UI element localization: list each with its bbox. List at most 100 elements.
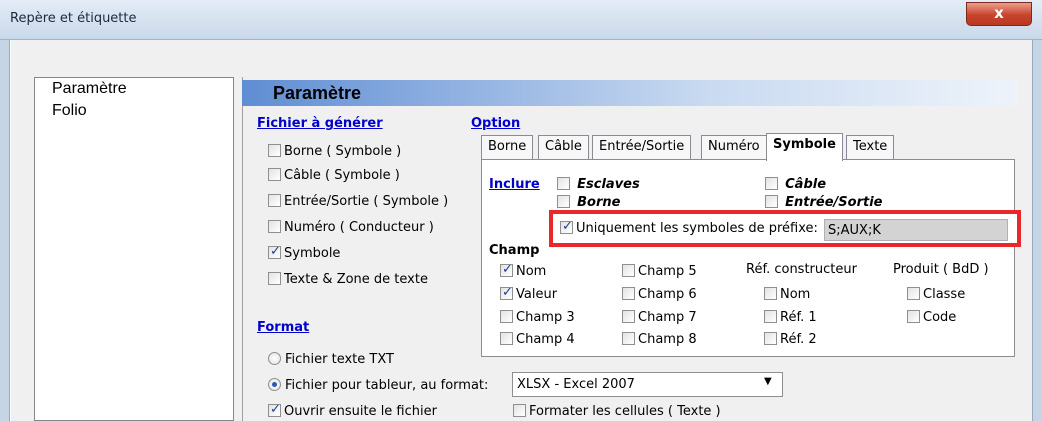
checkbox-borne-inclure[interactable]: Borne — [557, 195, 620, 209]
prefix-input[interactable]: S;AUX;K — [824, 219, 1008, 241]
checkbox-label: Câble ( Symbole ) — [284, 168, 400, 183]
checkbox-icon — [557, 195, 570, 208]
tab-texte[interactable]: Texte — [846, 135, 895, 159]
checkbox-champ-8[interactable]: Champ 8 — [622, 332, 697, 347]
checkbox-label: Code — [923, 310, 957, 325]
checkbox-produit-code[interactable]: Code — [907, 310, 956, 325]
produit-heading: Produit ( BdD ) — [893, 262, 989, 277]
checkbox-icon — [513, 404, 526, 417]
checkbox-checked-icon — [268, 244, 281, 259]
checkbox-label: Uniquement les symboles de préfixe: — [576, 221, 818, 236]
checkbox-prefixe[interactable]: Uniquement les symboles de préfixe: — [560, 219, 818, 236]
checkbox-icon — [907, 287, 920, 300]
checkbox-entree-sortie-symbole[interactable]: Entrée/Sortie ( Symbole ) — [268, 194, 448, 209]
checkbox-champ-4[interactable]: Champ 4 — [500, 332, 575, 347]
checkbox-icon — [500, 310, 513, 323]
title-bar[interactable] — [0, 0, 1042, 40]
checkbox-icon — [268, 194, 281, 207]
checkbox-checked-icon — [500, 285, 513, 300]
checkbox-label: Champ 6 — [638, 287, 697, 302]
nav-item-folio[interactable]: Folio — [52, 102, 87, 120]
radio-label: Fichier texte TXT — [285, 352, 394, 367]
checkbox-cable-inclure[interactable]: Câble — [765, 177, 826, 192]
tab-numero[interactable]: Numéro — [701, 135, 767, 159]
close-button[interactable]: x — [966, 2, 1032, 26]
inclure-link[interactable]: Inclure — [489, 177, 540, 192]
radio-fichier-texte[interactable]: Fichier texte TXT — [268, 352, 394, 367]
checkbox-icon — [268, 220, 281, 233]
checkbox-label: Borne — [577, 195, 621, 209]
checkbox-label: Esclaves — [577, 177, 640, 192]
checkbox-borne-symbole[interactable]: Borne ( Symbole ) — [268, 144, 401, 159]
option-heading-link[interactable]: Option — [471, 116, 520, 131]
checkbox-label: Réf. 1 — [780, 310, 817, 325]
checkbox-label: Nom — [780, 287, 811, 302]
checkbox-ouvrir-fichier[interactable]: Ouvrir ensuite le fichier — [268, 402, 437, 419]
checkbox-ref-nom[interactable]: Nom — [764, 287, 810, 302]
checkbox-icon — [622, 310, 635, 323]
checkbox-ref-2[interactable]: Réf. 2 — [764, 332, 817, 347]
tab-symbole[interactable]: Symbole — [766, 133, 843, 161]
window-title: Repère et étiquette — [10, 11, 137, 26]
window-frame-right — [1032, 40, 1042, 421]
checkbox-champ-nom[interactable]: Nom — [500, 262, 547, 279]
radio-icon — [268, 352, 281, 365]
radio-fichier-tableur[interactable]: Fichier pour tableur, au format: — [268, 378, 488, 393]
checkbox-icon — [268, 144, 281, 157]
checkbox-checked-icon — [500, 262, 513, 277]
checkbox-label: Entrée/Sortie — [785, 195, 883, 209]
checkbox-label: Formater les cellules ( Texte ) — [529, 404, 721, 419]
checkbox-checked-icon — [268, 402, 281, 417]
tab-entree-sortie[interactable]: Entrée/Sortie — [592, 135, 692, 159]
checkbox-label: Numéro ( Conducteur ) — [284, 220, 434, 235]
checkbox-label: Symbole — [284, 246, 341, 261]
checkbox-label: Borne ( Symbole ) — [284, 144, 402, 159]
checkbox-label: Valeur — [516, 287, 558, 302]
checkbox-formater-cellules[interactable]: Formater les cellules ( Texte ) — [513, 404, 721, 419]
tab-borne[interactable]: Borne — [481, 135, 534, 159]
checkbox-esclaves[interactable]: Esclaves — [557, 177, 640, 192]
checkbox-numero-conducteur[interactable]: Numéro ( Conducteur ) — [268, 220, 434, 235]
checkbox-icon — [764, 287, 777, 300]
chevron-down-icon[interactable]: ▼ — [764, 376, 772, 387]
checkbox-label: Champ 4 — [516, 332, 575, 347]
checkbox-champ-3[interactable]: Champ 3 — [500, 310, 575, 325]
checkbox-label: Ouvrir ensuite le fichier — [284, 404, 437, 419]
champ-heading: Champ — [489, 243, 540, 258]
checkbox-champ-7[interactable]: Champ 7 — [622, 310, 697, 325]
tab-cable[interactable]: Câble — [538, 135, 589, 159]
navigation-list[interactable] — [34, 77, 234, 421]
checkbox-ref-1[interactable]: Réf. 1 — [764, 310, 817, 325]
checkbox-label: Champ 8 — [638, 332, 697, 347]
checkbox-icon — [622, 264, 635, 277]
checkbox-label: Câble — [785, 177, 827, 192]
panel-title: Paramètre — [273, 83, 362, 103]
checkbox-icon — [268, 272, 281, 285]
nav-item-parametre[interactable]: Paramètre — [52, 80, 127, 98]
fichier-heading-link[interactable]: Fichier à générer — [257, 116, 383, 131]
checkbox-icon — [500, 332, 513, 345]
checkbox-label: Champ 3 — [516, 310, 575, 325]
format-heading-link[interactable]: Format — [257, 320, 309, 335]
checkbox-label: Texte & Zone de texte — [284, 272, 428, 287]
checkbox-icon — [764, 332, 777, 345]
radio-label: Fichier pour tableur, au format: — [285, 378, 489, 393]
window-frame-left — [0, 40, 10, 421]
checkbox-icon — [765, 177, 778, 190]
ref-constructeur-heading: Réf. constructeur — [746, 262, 857, 277]
checkbox-icon — [557, 177, 570, 190]
checkbox-texte-zone[interactable]: Texte & Zone de texte — [268, 272, 428, 287]
checkbox-icon — [622, 332, 635, 345]
checkbox-champ-valeur[interactable]: Valeur — [500, 285, 558, 302]
checkbox-cable-symbole[interactable]: Câble ( Symbole ) — [268, 168, 400, 183]
checkbox-champ-6[interactable]: Champ 6 — [622, 287, 697, 302]
checkbox-champ-5[interactable]: Champ 5 — [622, 264, 697, 279]
checkbox-symbole[interactable]: Symbole — [268, 244, 341, 261]
checkbox-label: Nom — [516, 264, 547, 279]
checkbox-label: Champ 7 — [638, 310, 697, 325]
checkbox-entree-sortie-inclure[interactable]: Entrée/Sortie — [765, 195, 882, 209]
checkbox-icon — [622, 287, 635, 300]
checkbox-icon — [765, 195, 778, 208]
checkbox-produit-classe[interactable]: Classe — [907, 287, 965, 302]
radio-selected-icon — [268, 378, 281, 391]
